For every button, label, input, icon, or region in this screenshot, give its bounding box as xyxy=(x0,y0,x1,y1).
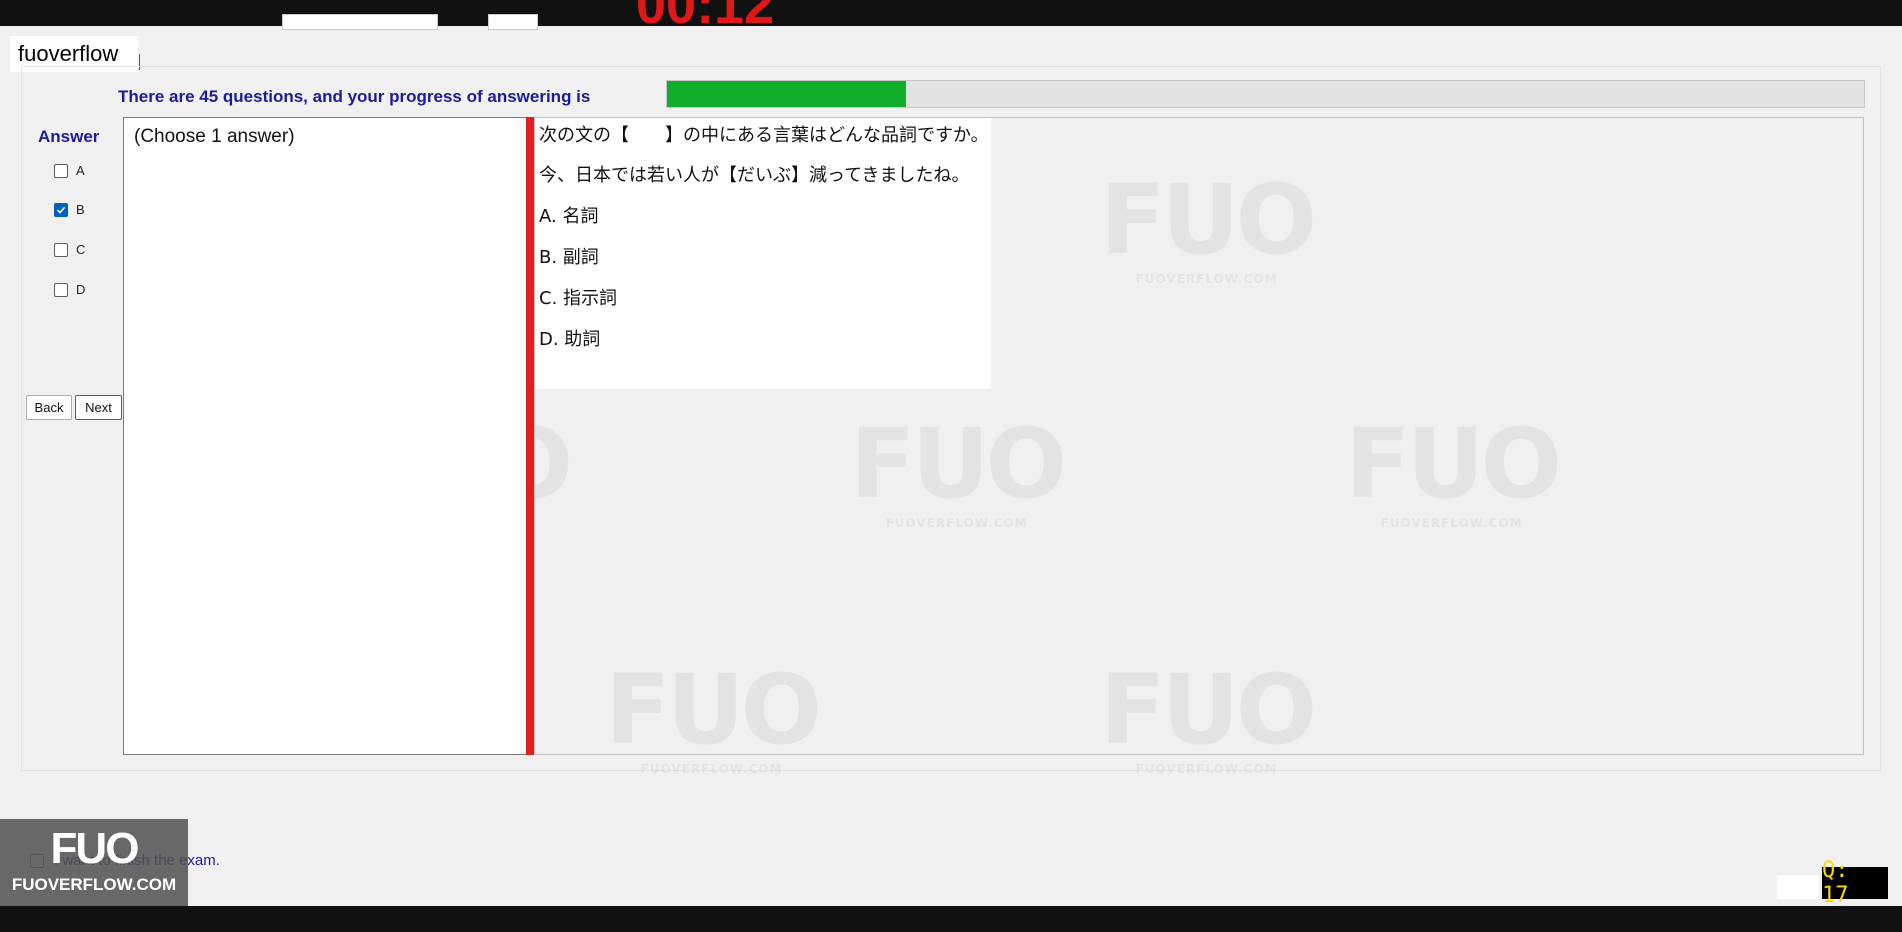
option-a-checkbox[interactable] xyxy=(54,163,68,178)
option-c-label: C xyxy=(76,242,86,257)
option-d-label: D xyxy=(76,282,86,297)
question-counter: Q: 17 xyxy=(1822,858,1888,908)
question-prompt: 次の文の【 】の中にある言葉はどんな品詞ですか。 xyxy=(539,125,989,146)
option-d-checkbox[interactable] xyxy=(54,282,68,297)
exam-timer: 00:12 xyxy=(636,0,775,35)
option-a[interactable]: A xyxy=(54,163,85,178)
option-d[interactable]: D xyxy=(54,282,85,297)
question-content: 次の文の【 】の中にある言葉はどんな品詞ですか。 今、日本では若い人が【だいぶ】… xyxy=(535,118,991,389)
progress-label: There are 45 questions, and your progres… xyxy=(118,87,591,106)
option-c[interactable]: C xyxy=(54,242,85,257)
top-small-field[interactable] xyxy=(488,14,538,30)
answer-heading: Answer xyxy=(38,127,100,146)
fuo-logo: FUO FUOVERFLOW.COM xyxy=(0,819,188,906)
footer-field xyxy=(1777,875,1819,899)
logo-site: FUOVERFLOW.COM xyxy=(11,875,177,894)
progress-bar-fill xyxy=(667,81,907,107)
question-choice-d: D. 助詞 xyxy=(539,329,601,350)
progress-bar xyxy=(666,80,1865,108)
question-choice-a: A. 名詞 xyxy=(539,206,599,227)
choose-hint-text: (Choose 1 answer) xyxy=(134,126,295,147)
answer-hint-panel: (Choose 1 answer) xyxy=(123,117,529,755)
panel-divider[interactable] xyxy=(526,117,534,755)
question-choice-b: B. 副詞 xyxy=(539,247,599,268)
option-a-label: A xyxy=(76,163,85,178)
question-sentence: 今、日本では若い人が【だいぶ】減ってきましたね。 xyxy=(539,165,970,186)
question-choice-c: C. 指示詞 xyxy=(539,288,618,309)
option-b[interactable]: B xyxy=(54,202,85,217)
bottom-letterbox-bar xyxy=(0,906,1902,932)
logo-mark: FUO xyxy=(50,824,140,873)
option-b-checkbox[interactable] xyxy=(54,202,68,217)
top-dropdown[interactable] xyxy=(282,14,438,30)
back-button[interactable]: Back xyxy=(26,395,72,420)
option-c-checkbox[interactable] xyxy=(54,242,68,257)
next-button[interactable]: Next xyxy=(75,395,122,420)
option-b-label: B xyxy=(76,202,85,217)
